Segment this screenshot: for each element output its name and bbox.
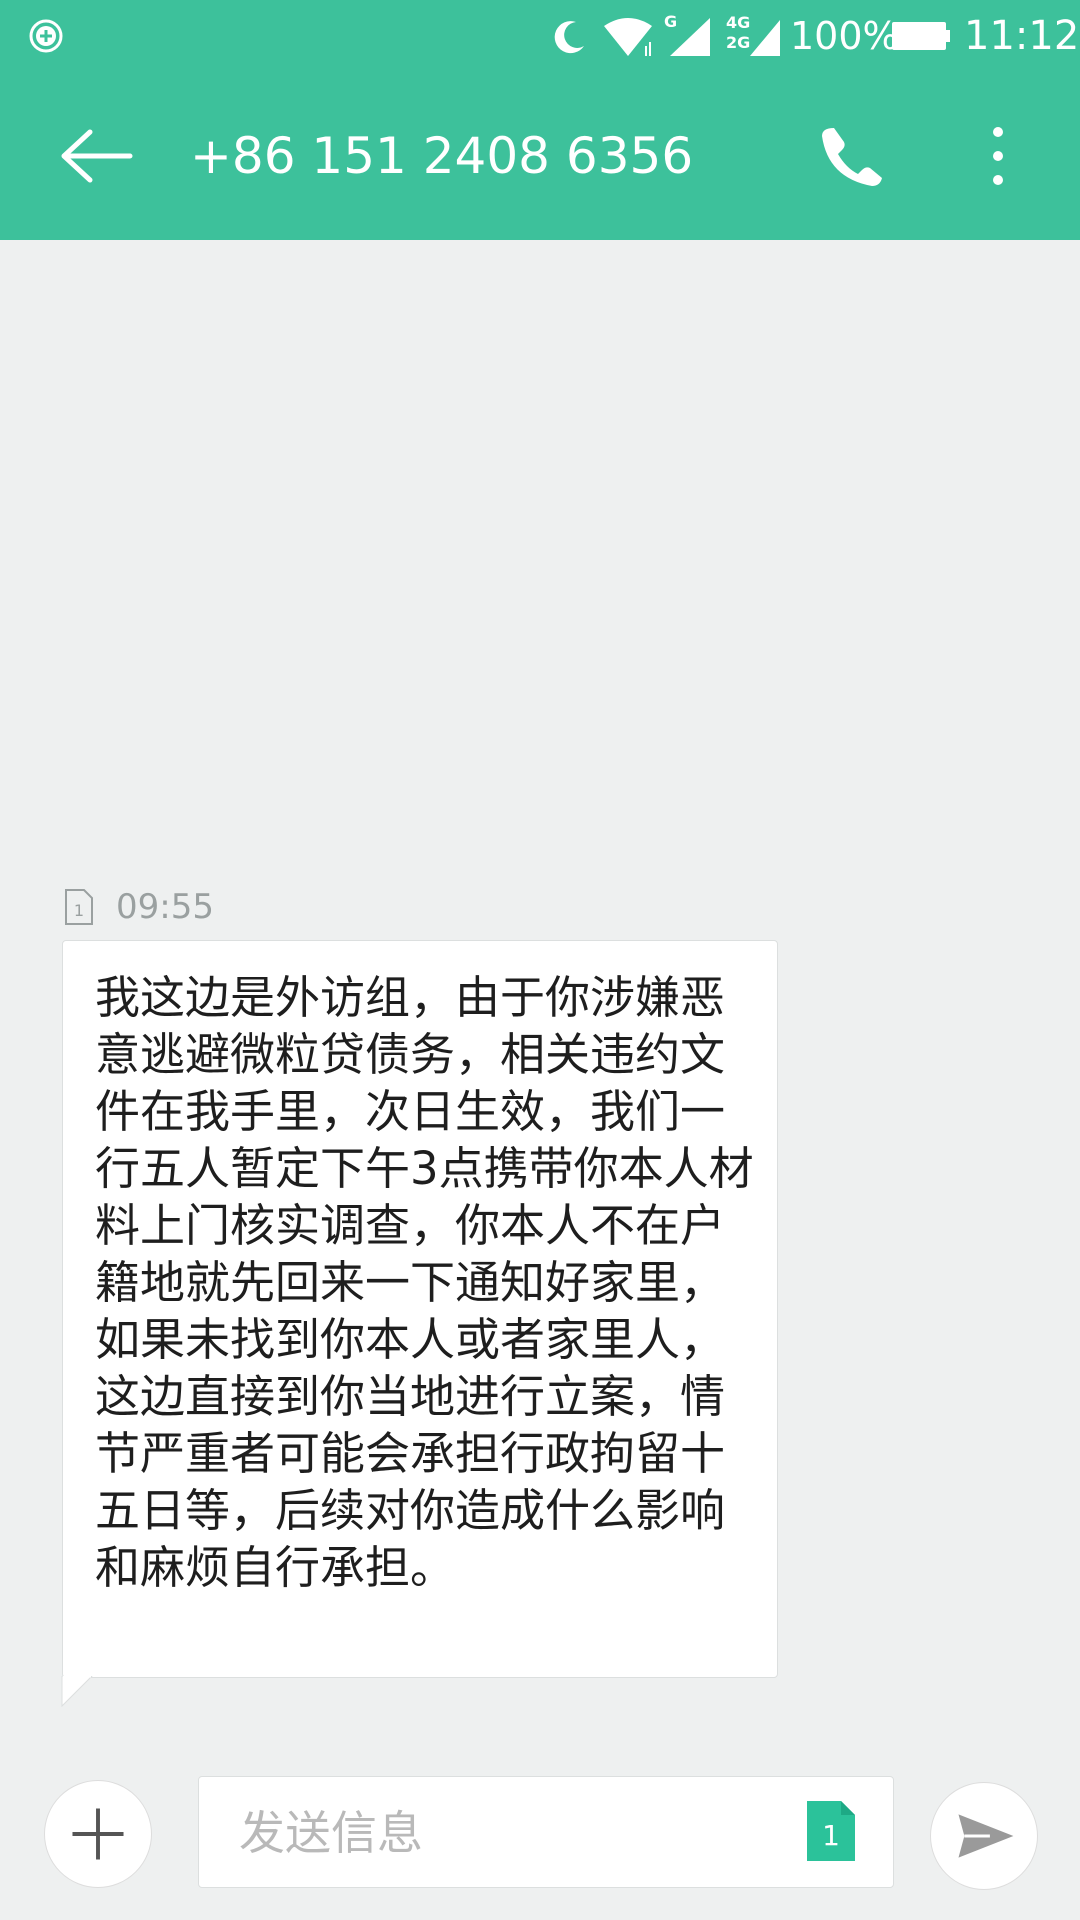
app-header: G 4G 2G 100% 11:12 +86 151 2408 6356 [0, 0, 1080, 240]
more-vertical-icon[interactable] [968, 124, 1028, 188]
battery-icon [892, 22, 950, 50]
message-text: 我这边是外访组，由于你涉嫌恶意逃避微粒贷债务，相关违约文件在我手里，次日生效，我… [95, 971, 754, 1594]
send-icon[interactable] [930, 1782, 1038, 1890]
wifi-icon [604, 18, 652, 56]
message-time: 09:55 [116, 887, 214, 927]
message-input[interactable]: 发送信息 1 [198, 1776, 894, 1888]
add-circle-icon [29, 19, 63, 53]
message-input-placeholder: 发送信息 [239, 1806, 423, 1860]
sim-badge-label: 1 [822, 1819, 840, 1852]
sim-card-icon: 1 [65, 889, 93, 925]
message-bubble[interactable]: 我这边是外访组，由于你涉嫌恶意逃避微粒贷债务，相关违约文件在我手里，次日生效，我… [62, 940, 778, 1678]
status-bar: G 4G 2G 100% 11:12 [0, 0, 1080, 72]
bubble-tail [61, 1676, 93, 1708]
sim-badge-icon[interactable]: 1 [807, 1801, 857, 1861]
phone-icon[interactable] [820, 124, 884, 188]
message-timestamp-row: 1 09:55 [64, 886, 214, 928]
sim-slot-label: 1 [74, 901, 84, 920]
battery-percentage: 100% [790, 14, 899, 58]
status-clock: 11:12 [964, 13, 1080, 59]
signal-4g-icon [750, 20, 780, 56]
back-button[interactable] [58, 124, 134, 188]
signal-icon [670, 18, 710, 56]
plus-icon[interactable] [44, 1780, 152, 1888]
contact-title: +86 151 2408 6356 [190, 127, 694, 185]
moon-icon [554, 21, 584, 54]
